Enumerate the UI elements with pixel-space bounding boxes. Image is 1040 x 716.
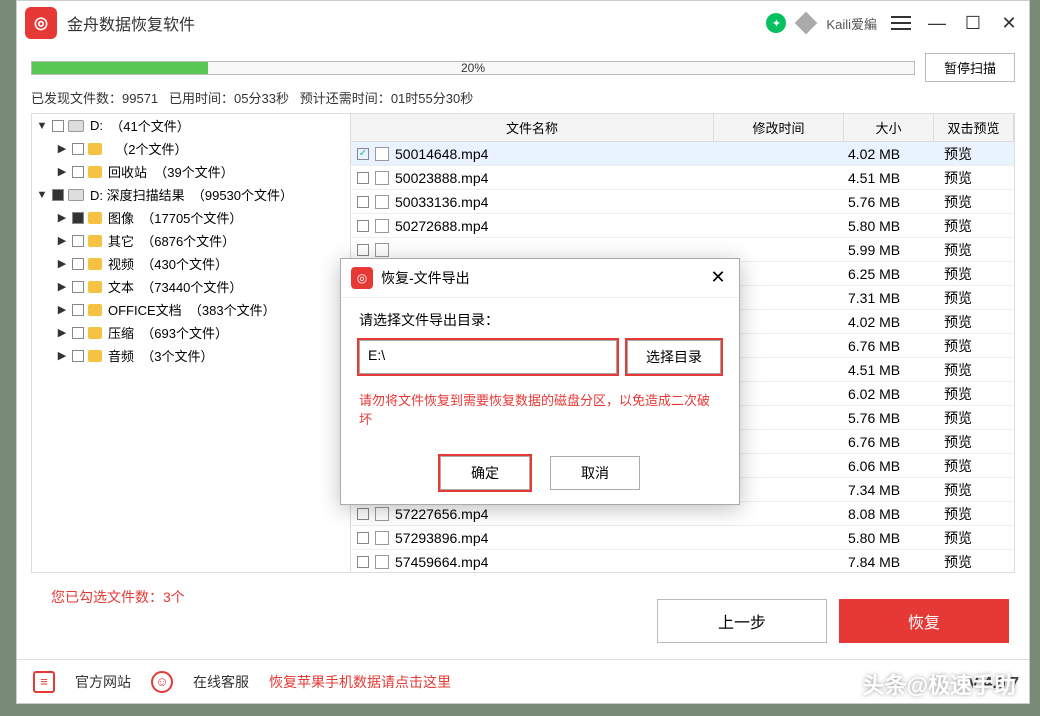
- support-link[interactable]: 在线客服: [193, 672, 249, 692]
- export-dialog: ◎ 恢复-文件导出 ✕ 请选择文件导出目录： E:\ 选择目录 请勿将文件恢复到…: [340, 258, 740, 505]
- folder-tree[interactable]: ▼D: （41个文件）▶ （2个文件）▶回收站 （39个文件）▼D: 深度扫描结…: [31, 113, 351, 573]
- minimize-button[interactable]: —: [925, 11, 949, 35]
- titlebar: ◎ 金舟数据恢复软件 ✦ Kaili爱編 — ☐ ✕: [17, 1, 1029, 45]
- table-row[interactable]: ✓50014648.mp44.02 MB预览: [351, 142, 1014, 166]
- pause-scan-button[interactable]: 暂停扫描: [925, 53, 1015, 82]
- col-name[interactable]: 文件名称: [351, 114, 714, 141]
- close-button[interactable]: ✕: [997, 11, 1021, 35]
- apple-recovery-link[interactable]: 恢复苹果手机数据请点击这里: [269, 672, 451, 692]
- dialog-cancel-button[interactable]: 取消: [550, 456, 640, 490]
- table-row[interactable]: 57293896.mp45.80 MB预览: [351, 526, 1014, 550]
- scan-status: 已发现文件数：99571 已用时间：05分33秒 预计还需时间：01时55分30…: [31, 88, 1015, 107]
- tree-item[interactable]: ▶视频 （430个文件）: [32, 252, 350, 275]
- maximize-button[interactable]: ☐: [961, 11, 985, 35]
- export-path-input[interactable]: E:\: [359, 340, 617, 374]
- tree-item[interactable]: ▶图像 （17705个文件）: [32, 206, 350, 229]
- dialog-label: 请选择文件导出目录：: [359, 310, 721, 330]
- app-logo-icon: ◎: [25, 7, 57, 39]
- vip-icon[interactable]: [795, 12, 818, 35]
- dialog-title: 恢复-文件导出: [381, 268, 699, 288]
- tree-item[interactable]: ▶其它 （6876个文件）: [32, 229, 350, 252]
- tree-item[interactable]: ▼D: （41个文件）: [32, 114, 350, 137]
- prev-step-button[interactable]: 上一步: [657, 599, 827, 643]
- col-preview[interactable]: 双击预览: [934, 114, 1014, 141]
- table-row[interactable]: 57227656.mp48.08 MB预览: [351, 502, 1014, 526]
- table-row[interactable]: 50033136.mp45.76 MB预览: [351, 190, 1014, 214]
- dialog-logo-icon: ◎: [351, 267, 373, 289]
- col-size[interactable]: 大小: [844, 114, 934, 141]
- dialog-close-button[interactable]: ✕: [707, 267, 729, 289]
- col-date[interactable]: 修改时间: [714, 114, 844, 141]
- tree-item[interactable]: ▶压缩 （693个文件）: [32, 321, 350, 344]
- tree-item[interactable]: ▶回收站 （39个文件）: [32, 160, 350, 183]
- website-icon[interactable]: ≡: [33, 671, 55, 693]
- table-row[interactable]: 57459664.mp47.84 MB预览: [351, 550, 1014, 572]
- dialog-warning: 请勿将文件恢复到需要恢复数据的磁盘分区，以免造成二次破坏: [359, 390, 721, 428]
- table-header: 文件名称 修改时间 大小 双击预览: [351, 114, 1014, 142]
- watermark: 头条@极速手助: [863, 668, 1016, 700]
- app-title: 金舟数据恢复软件: [67, 11, 766, 35]
- tree-item[interactable]: ▼D: 深度扫描结果 （99530个文件）: [32, 183, 350, 206]
- user-name[interactable]: Kaili爱編: [826, 14, 877, 33]
- website-link[interactable]: 官方网站: [75, 672, 131, 692]
- wechat-icon[interactable]: ✦: [766, 13, 786, 33]
- progress-percent: 20%: [461, 61, 485, 75]
- scan-progress: 20%: [31, 61, 915, 75]
- tree-item[interactable]: ▶ （2个文件）: [32, 137, 350, 160]
- tree-item[interactable]: ▶文本 （73440个文件）: [32, 275, 350, 298]
- dialog-ok-button[interactable]: 确定: [440, 456, 530, 490]
- recover-button[interactable]: 恢复: [839, 599, 1009, 643]
- browse-button[interactable]: 选择目录: [627, 340, 721, 374]
- menu-button[interactable]: [889, 11, 913, 35]
- tree-item[interactable]: ▶音频 （3个文件）: [32, 344, 350, 367]
- tree-item[interactable]: ▶OFFICE文档 （383个文件）: [32, 298, 350, 321]
- table-row[interactable]: 50023888.mp44.51 MB预览: [351, 166, 1014, 190]
- table-row[interactable]: 50272688.mp45.80 MB预览: [351, 214, 1014, 238]
- support-icon[interactable]: ☺: [151, 671, 173, 693]
